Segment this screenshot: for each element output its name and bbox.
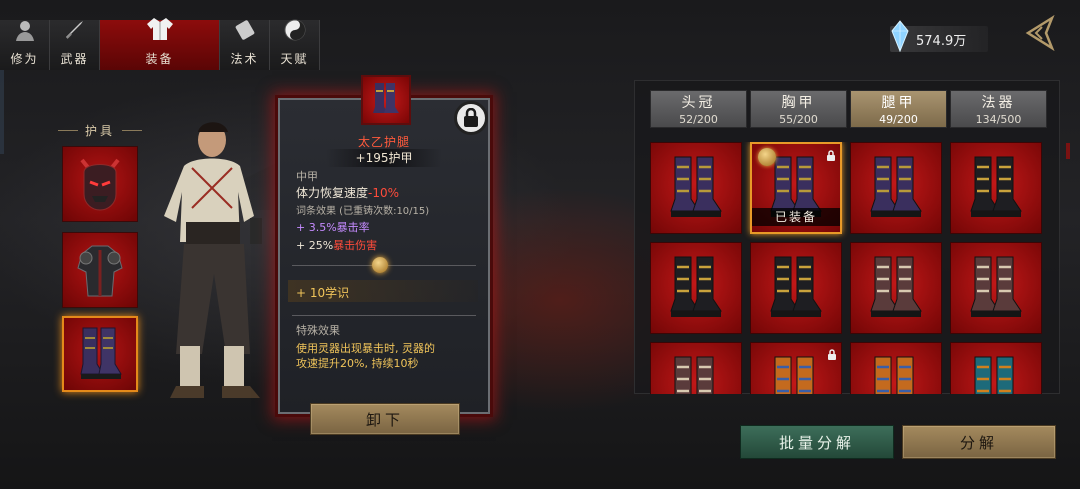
tab-equipment[interactable]: 装备 xyxy=(100,18,220,70)
xueshi-bonus: + 10学识 xyxy=(296,286,350,300)
red-bandaged-boots-icon xyxy=(970,256,1022,317)
red-bandaged-boots-icon xyxy=(870,256,922,317)
equipped-orb-icon xyxy=(758,148,776,166)
tab-label: 头冠 xyxy=(681,95,716,111)
tab-count: 52/200 xyxy=(679,113,718,126)
chest-armor-icon xyxy=(77,245,123,297)
tab-helmet[interactable]: 头冠 52/200 xyxy=(650,90,747,128)
inventory-item[interactable] xyxy=(750,342,842,394)
inventory-scrollbar[interactable] xyxy=(1066,143,1070,159)
inventory-item[interactable] xyxy=(750,242,842,334)
tab-label: 胸甲 xyxy=(781,95,816,111)
tab-label: 装备 xyxy=(145,52,174,66)
divider xyxy=(292,315,476,316)
robe-icon xyxy=(146,16,174,48)
left-edge-indicator xyxy=(0,70,4,154)
affix-crit-damage: + 25%暴击伤害 xyxy=(296,237,377,253)
item-grade: 中甲 xyxy=(296,170,318,183)
lock-toggle-button[interactable] xyxy=(454,101,488,135)
tab-label: 法术 xyxy=(230,52,259,66)
inventory-grid: 已装备 xyxy=(650,142,1044,394)
yin-yang-icon xyxy=(283,18,307,48)
scroll-icon xyxy=(233,18,257,48)
black-gold-boots-icon xyxy=(670,256,722,317)
inventory-item[interactable] xyxy=(850,242,942,334)
inventory-item[interactable] xyxy=(950,342,1042,394)
tab-weapons[interactable]: 武器 xyxy=(50,20,100,70)
purple-boots-icon xyxy=(670,156,722,217)
boots-icon xyxy=(373,83,399,113)
stat-label: 体力恢复速度 xyxy=(296,186,369,200)
black-gold-boots-icon xyxy=(970,156,1022,217)
dismantle-button[interactable]: 分解 xyxy=(902,425,1056,459)
affix-title: 词条效果 (已重铸次数:10/15) xyxy=(296,206,430,217)
unequip-button[interactable]: 卸下 xyxy=(310,403,460,435)
inventory-item[interactable] xyxy=(850,142,942,234)
tab-cultivation[interactable]: 修为 xyxy=(0,20,50,70)
inventory-item[interactable] xyxy=(950,242,1042,334)
purple-boots-icon xyxy=(870,156,922,217)
item-main-stat: 体力恢复速度-10% xyxy=(296,184,399,201)
tab-count: 134/500 xyxy=(975,113,1022,126)
tab-label: 天赋 xyxy=(280,52,309,66)
crystal-gem-icon xyxy=(888,20,912,56)
affix-crit-rate: + 3.5%暴击率 xyxy=(296,221,370,234)
tab-talents[interactable]: 天赋 xyxy=(270,18,320,70)
tab-label: 腿甲 xyxy=(881,95,916,111)
tab-artifact[interactable]: 法器 134/500 xyxy=(950,90,1047,128)
back-button[interactable] xyxy=(1022,14,1060,52)
inventory-tabs: 头冠 52/200 胸甲 55/200 腿甲 49/200 法器 134/500 xyxy=(650,90,1047,128)
special-effect-title: 特殊效果 xyxy=(296,324,340,337)
demon-mask-icon xyxy=(80,158,120,211)
lock-icon xyxy=(464,108,478,127)
inventory-item[interactable] xyxy=(650,242,742,334)
inventory-item[interactable] xyxy=(650,342,742,394)
top-tab-bar: 修为 武器 装备 法术 天赋 xyxy=(0,18,320,70)
inventory-item[interactable] xyxy=(650,142,742,234)
player-character[interactable] xyxy=(150,118,280,423)
back-arrow-icon xyxy=(1025,14,1055,52)
special-effect-line-2: 攻速提升20%, 持续10秒 xyxy=(296,357,419,370)
tab-chest[interactable]: 胸甲 55/200 xyxy=(750,90,847,128)
special-effect-line-1: 使用灵器出现暴击时, 灵器的 xyxy=(296,342,435,355)
orange-blue-boots-icon xyxy=(774,356,814,394)
lock-icon xyxy=(827,346,837,365)
item-name: 太乙护腿 xyxy=(357,135,410,149)
equipped-label: 已装备 xyxy=(752,208,840,226)
tab-label: 法器 xyxy=(981,95,1016,111)
tab-leggings[interactable]: 腿甲 49/200 xyxy=(850,90,947,128)
portrait-icon xyxy=(13,18,37,48)
sword-icon xyxy=(63,18,87,48)
stat-value: -10% xyxy=(368,186,400,200)
tab-label: 武器 xyxy=(60,52,89,66)
red-bandaged-boots-icon xyxy=(674,356,714,394)
tab-spells[interactable]: 法术 xyxy=(220,20,270,70)
inventory-item[interactable] xyxy=(950,142,1042,234)
batch-dismantle-button[interactable]: 批量分解 xyxy=(740,425,894,459)
tab-label: 修为 xyxy=(10,52,39,66)
slot-leggings[interactable] xyxy=(62,316,138,392)
item-armor-value: +195护甲 xyxy=(326,149,442,167)
orange-blue-boots-icon xyxy=(874,356,914,394)
black-gold-boots-icon xyxy=(770,256,822,317)
currency-amount: 574.9万 xyxy=(916,33,967,49)
glowing-orb-icon xyxy=(372,257,388,273)
armor-slots-label: 护具 xyxy=(58,122,142,139)
slot-chest[interactable] xyxy=(62,232,138,308)
lock-icon xyxy=(826,147,836,166)
slot-helmet[interactable] xyxy=(62,146,138,222)
inventory-item[interactable] xyxy=(850,342,942,394)
teal-orange-boots-icon xyxy=(974,356,1014,394)
tab-count: 55/200 xyxy=(779,113,818,126)
affix-prefix: + 25% xyxy=(296,239,334,252)
tooltip-item-icon xyxy=(361,75,411,125)
tab-count: 49/200 xyxy=(879,113,918,126)
inventory-item[interactable]: 已装备 xyxy=(750,142,842,234)
boots-icon xyxy=(80,327,122,379)
affix-suffix: 暴击伤害 xyxy=(333,239,378,252)
currency-display: 574.9万 xyxy=(890,20,988,53)
